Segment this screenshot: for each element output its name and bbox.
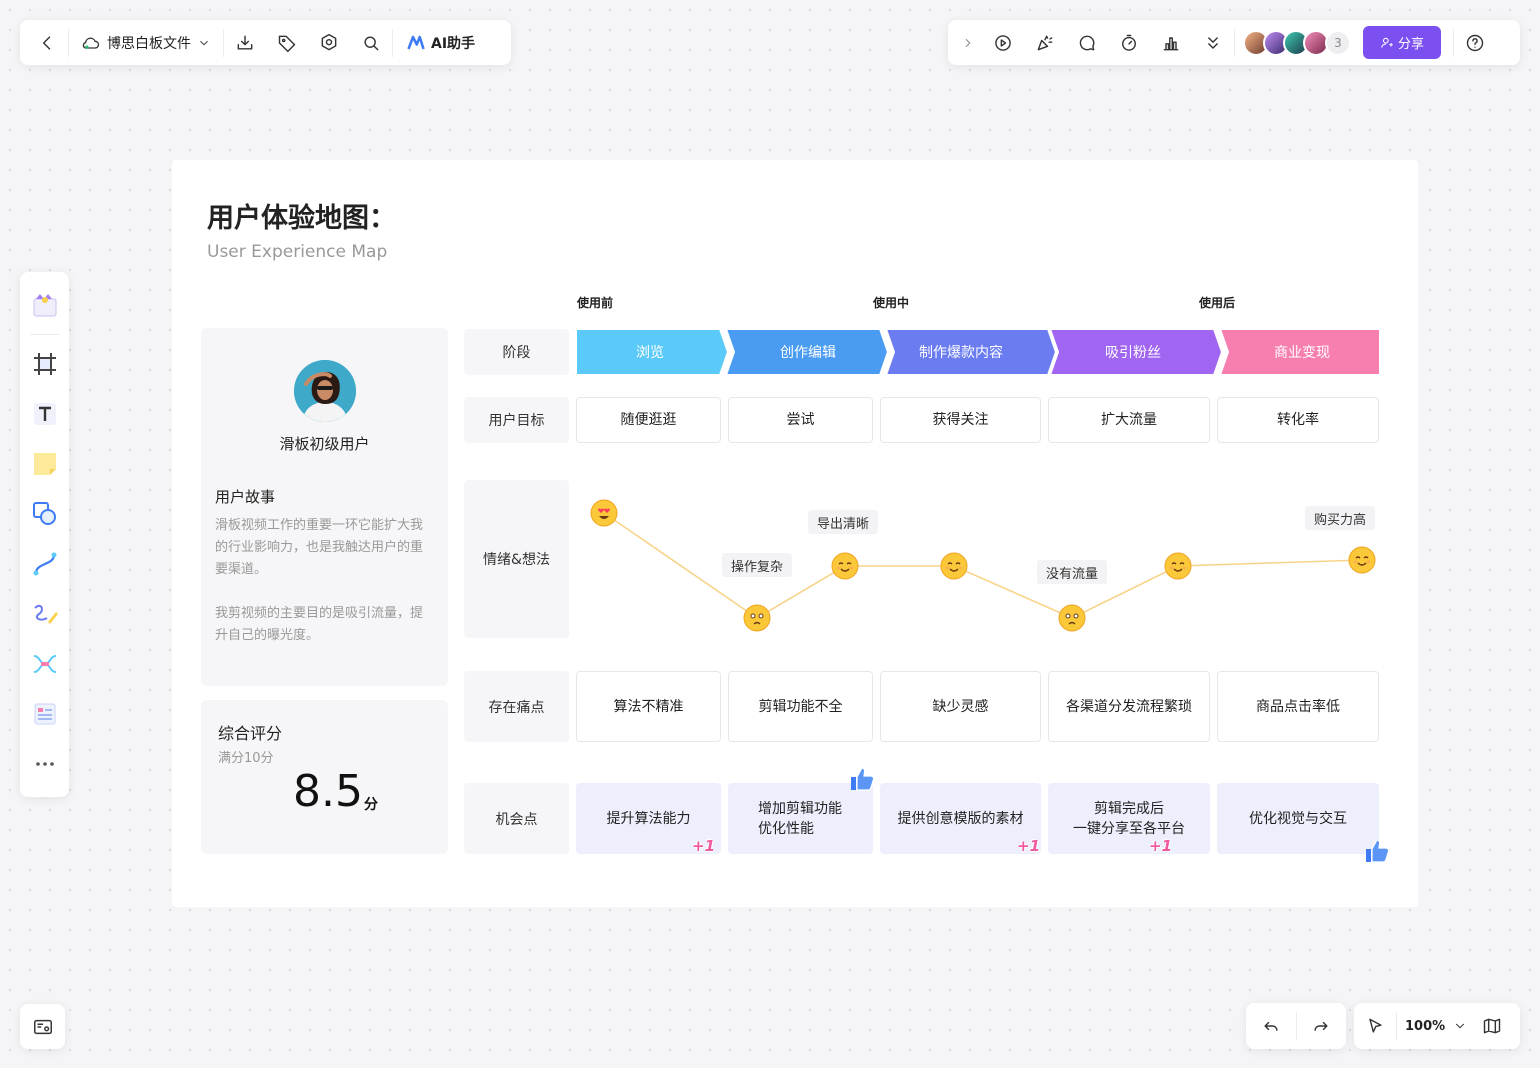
- emotion-tag[interactable]: 导出清晰: [808, 510, 879, 534]
- sticky-note-icon[interactable]: [25, 444, 65, 484]
- plus-one-sticker[interactable]: +1: [1017, 837, 1040, 855]
- chevron-down-icon: [200, 40, 208, 45]
- search-icon[interactable]: [350, 22, 392, 64]
- timer-icon[interactable]: [1108, 22, 1150, 64]
- zoom-panel: 100%: [1354, 1003, 1520, 1049]
- opportunity-cell[interactable]: 优化视觉与交互: [1217, 783, 1379, 854]
- doc-title: 博思白板文件: [107, 35, 191, 52]
- vote-chart-icon[interactable]: [1150, 22, 1192, 64]
- plus-one-sticker[interactable]: +1: [692, 837, 715, 855]
- minimap-icon[interactable]: [20, 1004, 65, 1049]
- divider: [1234, 28, 1235, 57]
- pain-cell[interactable]: 各渠道分发流程繁琐: [1048, 671, 1210, 742]
- emotion-tag[interactable]: 操作复杂: [722, 553, 793, 577]
- love-emoji-icon[interactable]: [590, 499, 618, 527]
- share-button[interactable]: 分享: [1363, 26, 1441, 59]
- redo-icon[interactable]: [1296, 1005, 1346, 1047]
- tag-icon[interactable]: [266, 22, 308, 64]
- undo-redo-panel: [1246, 1003, 1346, 1049]
- frame-icon[interactable]: [25, 344, 65, 384]
- happy-emoji-icon[interactable]: [940, 552, 968, 580]
- opportunity-cell[interactable]: 剪辑完成后 一键分享至各平台: [1048, 783, 1210, 854]
- thumbs-up-icon[interactable]: [1362, 836, 1392, 866]
- experience-map-frame[interactable]: 用户体验地图： User Experience Map 使用前 使用中 使用后 …: [172, 160, 1418, 907]
- ai-assistant-button[interactable]: AI助手: [393, 33, 487, 53]
- select-cursor-icon[interactable]: [1354, 1005, 1396, 1047]
- pain-cell[interactable]: 剪辑功能不全: [728, 671, 873, 742]
- emotion-tag[interactable]: 没有流量: [1037, 560, 1108, 584]
- ai-assistant-label: AI助手: [431, 35, 476, 52]
- doc-title-dropdown[interactable]: 博思白板文件: [69, 33, 223, 53]
- comment-icon[interactable]: [1066, 22, 1108, 64]
- share-label: 分享: [1397, 37, 1424, 52]
- happy-emoji-icon[interactable]: [831, 552, 859, 580]
- book-icon[interactable]: [1471, 1005, 1513, 1047]
- add-user-icon: [1381, 37, 1393, 48]
- divider: [29, 334, 60, 335]
- left-tool-panel: [20, 272, 69, 797]
- pain-cell[interactable]: 缺少灵感: [880, 671, 1041, 742]
- sad-emoji-icon[interactable]: [1058, 604, 1086, 632]
- celebrate-icon[interactable]: [1024, 22, 1066, 64]
- more-icon[interactable]: [25, 744, 65, 784]
- ai-logo-icon: [407, 35, 425, 49]
- zoom-level[interactable]: 100%: [1397, 1019, 1449, 1034]
- cloud-icon: [82, 37, 100, 49]
- double-chevron-down-icon[interactable]: [1192, 22, 1234, 64]
- chevron-down-icon[interactable]: [1449, 1005, 1471, 1047]
- sad-emoji-icon[interactable]: [743, 604, 771, 632]
- download-icon[interactable]: [224, 22, 266, 64]
- collaborator-avatars[interactable]: 3: [1243, 29, 1351, 56]
- happy-emoji-icon[interactable]: [1164, 552, 1192, 580]
- top-left-toolbar: 博思白板文件 AI助手: [20, 20, 511, 65]
- settings-icon[interactable]: [308, 22, 350, 64]
- emotion-tag[interactable]: 购买力高: [1305, 506, 1376, 530]
- thumbs-up-icon[interactable]: [847, 764, 877, 794]
- pain-cell[interactable]: 算法不精准: [576, 671, 721, 742]
- undo-icon[interactable]: [1246, 1005, 1296, 1047]
- plus-one-sticker[interactable]: +1: [1149, 837, 1172, 855]
- template-icon[interactable]: [25, 285, 65, 325]
- collaborator-count[interactable]: 3: [1325, 29, 1351, 56]
- top-right-toolbar: 3 分享: [948, 20, 1520, 65]
- mindmap-icon[interactable]: [25, 644, 65, 684]
- chevron-right-icon[interactable]: [954, 22, 982, 64]
- pain-cell[interactable]: 商品点击率低: [1217, 671, 1379, 742]
- shape-icon[interactable]: [25, 494, 65, 534]
- pen-icon[interactable]: [25, 594, 65, 634]
- connector-icon[interactable]: [25, 544, 65, 584]
- present-icon[interactable]: [982, 22, 1024, 64]
- table-icon[interactable]: [25, 694, 65, 734]
- back-icon[interactable]: [26, 22, 68, 64]
- text-icon[interactable]: [25, 394, 65, 434]
- help-icon[interactable]: [1454, 22, 1496, 64]
- happy-emoji-icon[interactable]: [1348, 546, 1376, 574]
